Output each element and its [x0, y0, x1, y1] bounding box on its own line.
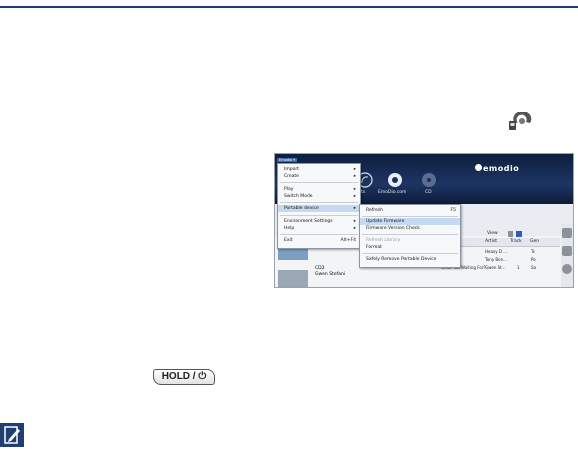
menu-item-format[interactable]: Format	[360, 244, 460, 251]
hold-power-button-graphic: HOLD / ⏻	[153, 369, 215, 385]
table-row[interactable]: What You Waiting For? Gwen St... 1 Sa	[441, 264, 560, 272]
emodio-com-icon[interactable]	[387, 172, 403, 188]
row-genre: Po	[531, 257, 536, 262]
table-header: Artist Track Gen	[455, 238, 560, 247]
table-row[interactable]: Heavy D ... Ts	[455, 248, 560, 256]
row-genre: Sa	[531, 265, 536, 270]
main-menu: Import ▸ Create ▸ Play ▸ Switch Mode ▸ Porta…	[277, 163, 361, 249]
menu-separator	[280, 234, 358, 235]
col-genre[interactable]: Gen	[530, 239, 539, 244]
view-label: View	[487, 231, 498, 236]
menu-item-refresh-library: Refresh Library	[366, 238, 401, 243]
album-art	[278, 270, 308, 287]
table-row[interactable]: Tony Bon... Po	[455, 256, 560, 264]
tab-emodio-com[interactable]: EmoDio.com	[378, 190, 406, 195]
app-logo: emodio	[483, 164, 520, 173]
tab-cd[interactable]: CD	[425, 190, 432, 195]
col-artist[interactable]: Artist	[485, 239, 497, 244]
menu-item-portable-device[interactable]: Portable device ▸	[278, 205, 360, 212]
view-toggle-icon[interactable]	[508, 231, 522, 237]
emodio-app-icon	[509, 112, 532, 130]
menu-separator	[362, 253, 458, 254]
col-track[interactable]: Track	[510, 239, 522, 244]
menu-item-environment-settings[interactable]: Environment Settings ▸	[278, 218, 360, 225]
transfer-icon[interactable]	[562, 246, 572, 256]
menu-separator	[362, 234, 458, 235]
app-menu-button[interactable]: Emodio ▾	[277, 158, 297, 162]
menu-item-safely-remove[interactable]: Safely Remove Portable Device	[360, 256, 460, 263]
menu-item-update-firmware[interactable]: Update Firmware	[360, 218, 460, 225]
row-artist: Tony Bon...	[485, 257, 507, 262]
menu-item-import[interactable]: Import ▸	[278, 166, 360, 173]
note-icon	[0, 423, 24, 447]
row-artist: Gwen St...	[485, 265, 506, 270]
album-name: CD3	[315, 266, 325, 271]
device-icon[interactable]	[562, 228, 572, 238]
menu-separator	[362, 216, 458, 217]
album-artist: Gwen Stefani	[315, 272, 346, 277]
menu-item-firmware-version-check[interactable]: Firmware Version Check	[360, 225, 460, 232]
emodio-window-screenshot: Emodio ▾ emodio Lists EmoDio.com CD View…	[274, 153, 574, 288]
menu-separator	[280, 182, 358, 183]
menu-item-create[interactable]: Create ▸	[278, 173, 360, 180]
device-sidebar	[561, 224, 573, 287]
row-genre: Ts	[531, 249, 535, 254]
menu-separator	[280, 215, 358, 216]
menu-item-refresh[interactable]: Refresh F5	[360, 207, 460, 214]
row-track: 1	[517, 265, 520, 270]
menu-item-exit[interactable]: Exit Alt+F4	[278, 237, 360, 244]
menu-item-help[interactable]: Help ▸	[278, 225, 360, 232]
portable-device-submenu: Refresh F5 Update Firmware Firmware Versi…	[359, 204, 461, 268]
menu-separator	[280, 202, 358, 203]
row-artist: Heavy D ...	[485, 249, 508, 254]
emodio-logo-icon	[475, 164, 482, 171]
disc-icon[interactable]	[562, 264, 572, 274]
header-rule	[0, 6, 578, 8]
menu-item-switch-mode[interactable]: Switch Mode ▸	[278, 193, 360, 200]
cd-icon[interactable]	[421, 172, 437, 188]
menu-item-play[interactable]: Play ▸	[278, 186, 360, 193]
